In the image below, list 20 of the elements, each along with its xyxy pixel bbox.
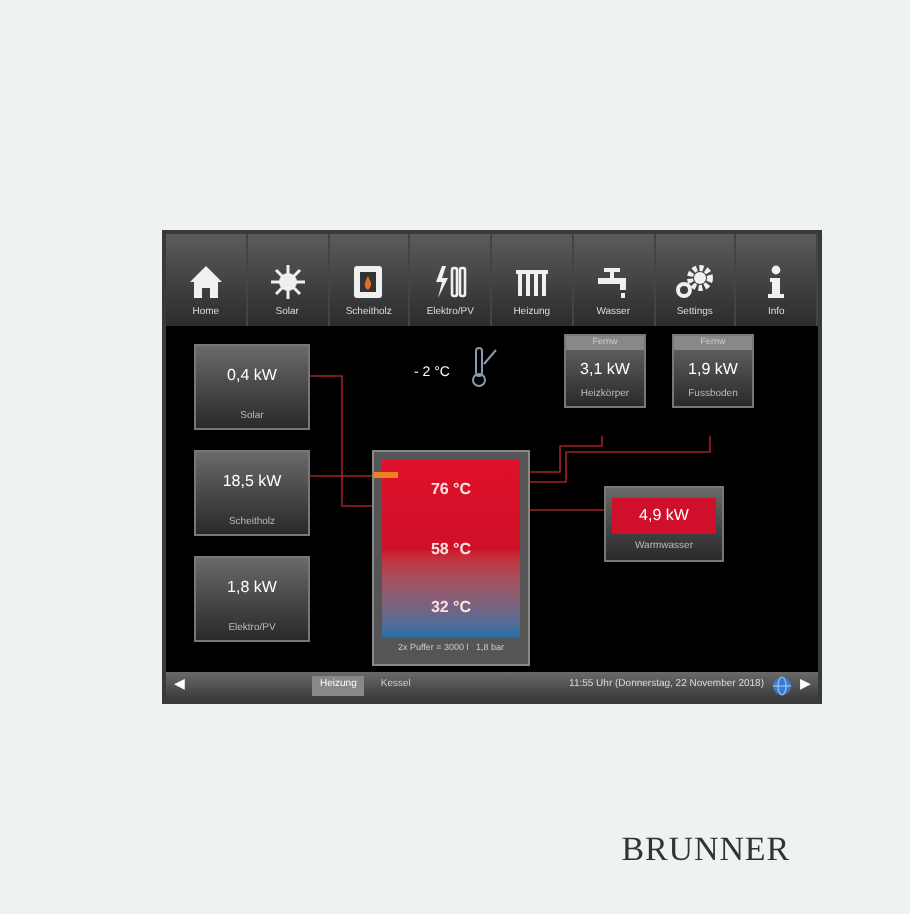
brand-logo: BRUNNER — [621, 828, 790, 872]
sensor-marker — [374, 472, 398, 478]
power-value: 1,9 kW — [688, 357, 738, 382]
gears-icon — [674, 263, 715, 299]
thermometer-icon — [470, 346, 498, 390]
faucet-icon — [595, 263, 632, 299]
info-icon — [766, 263, 787, 299]
tank-temperature: 76 °C — [430, 477, 472, 502]
tank-temperature: 32 °C — [430, 596, 472, 621]
power-value: 18,5 kW — [222, 470, 282, 494]
stove-icon — [352, 263, 385, 299]
power-value: 3,1 kW — [580, 357, 630, 382]
power-value: 4,9 kW — [612, 498, 716, 534]
sun-icon — [269, 263, 306, 299]
bolt-bars-icon — [432, 263, 469, 299]
home-icon — [187, 263, 224, 299]
tank-temperature: 58 °C — [430, 537, 472, 562]
globe-icon[interactable] — [772, 676, 792, 696]
power-value: 0,4 kW — [227, 364, 277, 388]
power-value: 1,8 kW — [227, 576, 277, 600]
